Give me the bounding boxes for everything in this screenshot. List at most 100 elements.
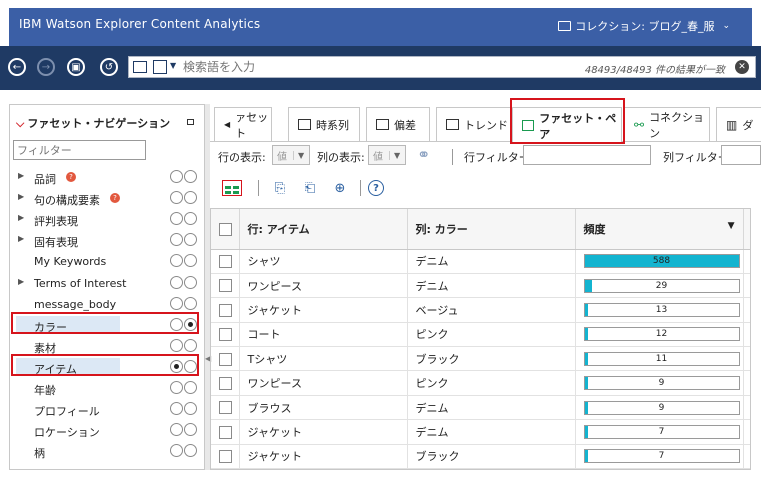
col-axis-radio[interactable] [184, 275, 197, 289]
col-axis-radio[interactable] [184, 254, 197, 268]
row-checkbox[interactable] [219, 425, 232, 439]
row-checkbox[interactable] [219, 401, 232, 415]
facet-item[interactable]: My Keywords [10, 251, 204, 272]
info-icon[interactable]: ? [66, 172, 76, 182]
col-axis-radio[interactable] [184, 338, 197, 352]
table-row[interactable]: ジャケット ブラック 7 [211, 444, 750, 469]
table-row[interactable]: ブラウス デニム 9 [211, 395, 750, 421]
expand-arrow-icon[interactable]: ▶ [18, 213, 24, 222]
frequency-cell: 9 [575, 370, 744, 396]
col-filter-input[interactable] [721, 145, 761, 165]
col-axis-radio[interactable] [184, 381, 197, 394]
row-axis-radio[interactable] [170, 402, 183, 416]
col-axis-radio[interactable] [184, 296, 197, 310]
expand-arrow-icon[interactable]: ▶ [18, 192, 24, 201]
table-row[interactable]: Tシャツ ブラック 11 [211, 346, 750, 372]
col-axis-radio[interactable] [184, 423, 197, 437]
col-axis-radio[interactable] [184, 402, 197, 416]
col-display-select[interactable]: 値 ▼ [368, 145, 406, 165]
header-frequency[interactable]: 頻度 ▼ [575, 209, 744, 250]
facet-item[interactable]: プロフィール [10, 399, 204, 420]
table-row[interactable]: シャツ デニム 588 [211, 249, 750, 274]
back-icon[interactable]: ← [8, 58, 26, 76]
tab-dashboard[interactable]: ▥ ダ [716, 107, 761, 141]
scroll-left-icon[interactable]: ◀ [224, 120, 230, 129]
row-axis-radio[interactable] [170, 191, 183, 205]
row-axis-radio[interactable] [170, 170, 183, 183]
binoculars-icon[interactable]: ⚭ [417, 145, 437, 164]
facet-label: 柄 [34, 447, 45, 461]
info-icon[interactable]: ? [110, 193, 120, 204]
col-axis-radio[interactable] [184, 191, 197, 205]
row-axis-radio[interactable] [170, 212, 183, 226]
row-checkbox[interactable] [219, 279, 232, 293]
table-row[interactable]: ジャケット ベージュ 13 [211, 297, 750, 323]
zoom-in-icon[interactable]: ⊕ [332, 180, 348, 196]
query-builder-icon[interactable] [133, 61, 147, 73]
row-axis-radio[interactable] [170, 381, 183, 394]
facet-panel-title[interactable]: ⌵ ファセット・ナビゲーション [16, 115, 170, 131]
row-filter-input[interactable] [523, 145, 651, 165]
table-row[interactable]: ジャケット デニム 7 [211, 419, 750, 445]
expand-arrow-icon[interactable]: ▶ [18, 277, 24, 286]
row-axis-radio[interactable] [170, 254, 183, 268]
facet-item[interactable]: 年齢 [10, 378, 204, 399]
header-col-color[interactable]: 列: カラー [407, 209, 576, 250]
row-axis-radio[interactable] [170, 338, 183, 352]
col-axis-radio[interactable] [184, 444, 197, 458]
row-checkbox[interactable] [219, 303, 232, 317]
search-options-dropdown-icon[interactable]: ▼ [170, 61, 176, 70]
trend-icon [446, 119, 459, 130]
tab-deviation[interactable]: 偏差 [366, 107, 430, 141]
help-icon[interactable]: ? [368, 180, 384, 196]
row-axis-radio[interactable] [170, 423, 183, 437]
facet-item[interactable]: ▶ 固有表現 [10, 230, 204, 251]
item-cell: ジャケット [239, 444, 408, 469]
table-row[interactable]: コート ピンク 12 [211, 322, 750, 348]
table-row[interactable]: ワンピース ピンク 9 [211, 370, 750, 396]
tab-connection[interactable]: ⚯ コネクション [624, 107, 710, 141]
row-display-select[interactable]: 値 ▼ [272, 145, 310, 165]
export-icon[interactable]: ⎘ [272, 180, 288, 196]
row-checkbox[interactable] [219, 352, 232, 366]
row-checkbox[interactable] [219, 254, 232, 268]
facet-item[interactable]: ▶ 評判表現 [10, 209, 204, 230]
row-checkbox[interactable] [219, 328, 232, 342]
row-axis-radio[interactable] [170, 233, 183, 247]
export-all-icon[interactable]: ⎗ [302, 180, 318, 196]
facet-item[interactable]: ▶ 品詞? [10, 167, 204, 188]
facet-item[interactable]: ロケーション [10, 420, 204, 441]
facet-item[interactable]: ▶ 句の構成要素? [10, 188, 204, 209]
table-row[interactable]: ワンピース デニム 29 [211, 273, 750, 299]
grid-view-icon[interactable] [222, 180, 242, 196]
select-all-checkbox[interactable] [219, 222, 232, 236]
header-row-item[interactable]: 行: アイテム [239, 209, 408, 250]
facet-axis-radios [170, 381, 197, 394]
tab-facet[interactable]: ◀ ァセット [214, 107, 272, 141]
row-axis-radio[interactable] [170, 296, 183, 310]
facet-item[interactable]: ▶ Terms of Interest [10, 273, 204, 294]
minimize-panel-icon[interactable] [187, 119, 194, 125]
item-cell: ジャケット [239, 297, 408, 323]
search-options-icon[interactable] [153, 60, 167, 74]
facet-item[interactable]: 柄 [10, 441, 204, 462]
expand-arrow-icon[interactable]: ▶ [18, 171, 24, 180]
clear-search-icon[interactable]: ✕ [735, 60, 749, 74]
row-axis-radio[interactable] [170, 444, 183, 458]
sort-descending-icon[interactable]: ▼ [728, 221, 735, 231]
tab-time-series[interactable]: 時系列 [288, 107, 360, 141]
refresh-icon[interactable]: ↺ [100, 58, 118, 76]
tab-trend[interactable]: トレンド [436, 107, 512, 141]
forward-icon[interactable]: → [37, 58, 55, 76]
search-input[interactable] [183, 59, 563, 75]
row-checkbox[interactable] [219, 376, 232, 390]
col-axis-radio[interactable] [184, 212, 197, 226]
expand-arrow-icon[interactable]: ▶ [18, 234, 24, 243]
col-axis-radio[interactable] [184, 170, 197, 183]
home-icon[interactable]: ▣ [67, 58, 85, 76]
col-axis-radio[interactable] [184, 233, 197, 247]
facet-filter-input[interactable] [13, 140, 146, 160]
row-axis-radio[interactable] [170, 275, 183, 289]
row-checkbox[interactable] [219, 450, 232, 464]
collection-selector[interactable]: コレクション: ブログ_春_服 ⌄ [558, 18, 730, 34]
